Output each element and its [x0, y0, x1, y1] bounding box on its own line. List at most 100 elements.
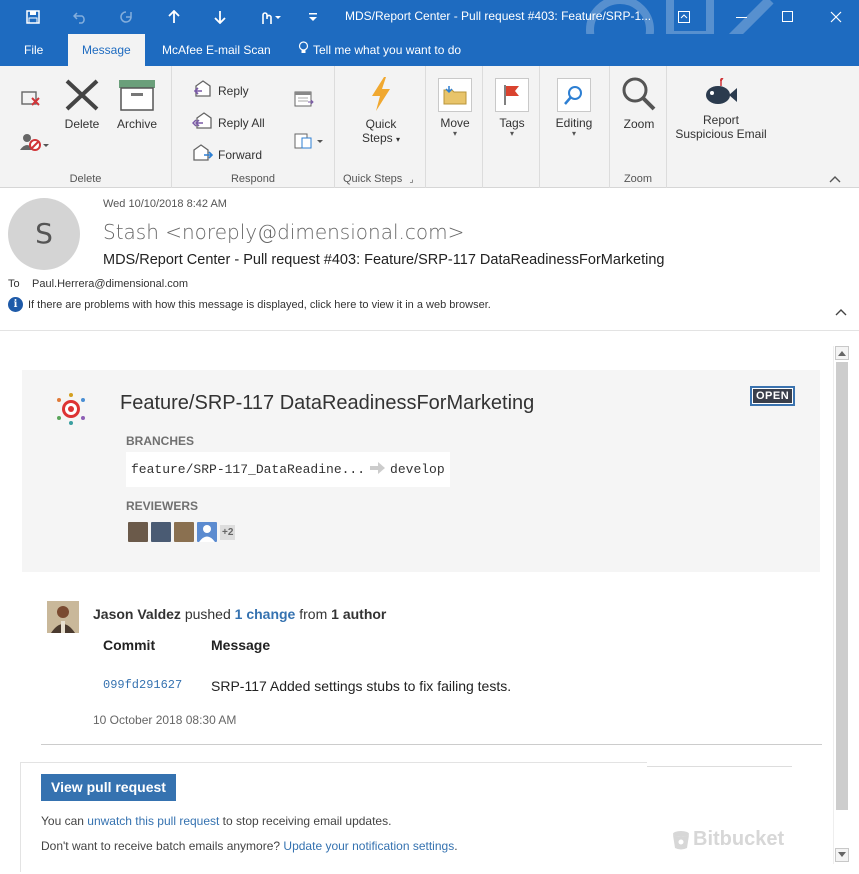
- move-button[interactable]: Move ▾: [436, 78, 474, 138]
- unwatch-link[interactable]: unwatch this pull request: [87, 814, 219, 828]
- tell-me-box[interactable]: Tell me what you want to do: [284, 34, 475, 66]
- brand-name: Bitbucket: [693, 828, 785, 850]
- down-icon[interactable]: [197, 0, 243, 34]
- editing-group: Editing ▾: [540, 66, 610, 188]
- tell-me-label: Tell me what you want to do: [313, 43, 462, 57]
- quick-steps-label-1: Quick: [365, 117, 397, 131]
- zoom-label: Zoom: [623, 117, 655, 131]
- flag-icon: [495, 78, 529, 112]
- forward-button[interactable]: Forward: [192, 144, 262, 165]
- author-name: Jason Valdez: [93, 606, 181, 622]
- divider: [41, 744, 822, 745]
- vertical-scrollbar[interactable]: [833, 346, 849, 864]
- reply-label: Reply: [218, 83, 249, 98]
- customize-icon[interactable]: [290, 0, 336, 34]
- message-header: S Wed 10/10/2018 8:42 AM Stash <noreply@…: [0, 188, 859, 331]
- title-bar: MDS/Report Center - Pull request #403: F…: [0, 0, 859, 34]
- up-icon[interactable]: [151, 0, 197, 34]
- report-label-1: Report: [702, 113, 740, 127]
- zoom-button[interactable]: Zoom: [618, 76, 660, 131]
- meeting-icon: [294, 90, 316, 111]
- block-user-icon: [20, 132, 50, 155]
- target-icon: [57, 393, 85, 425]
- redo-icon[interactable]: [103, 0, 149, 34]
- reply-button[interactable]: Reply: [192, 80, 249, 101]
- scroll-up-icon[interactable]: [835, 346, 849, 360]
- quick-steps-group-label: Quick Steps ⌟: [343, 173, 414, 185]
- save-icon[interactable]: [10, 0, 56, 34]
- editing-label: Editing: [555, 116, 593, 130]
- lightning-icon: [355, 76, 407, 115]
- recipient-address[interactable]: Paul.Herrera@dimensional.com: [32, 278, 188, 290]
- status-badge: OPEN: [750, 386, 796, 406]
- reviewers-list: +2: [128, 522, 236, 542]
- reviewer-avatar: [197, 522, 217, 542]
- view-pull-request-button[interactable]: View pull request: [41, 774, 176, 801]
- junk-button[interactable]: [20, 132, 54, 155]
- message-subject: MDS/Report Center - Pull request #403: F…: [103, 252, 665, 268]
- target-branch: develop: [390, 462, 445, 477]
- close-icon[interactable]: [813, 0, 859, 34]
- archive-label: Archive: [116, 117, 157, 131]
- respond-group-label: Respond: [230, 173, 276, 185]
- tab-mcafee-email-scan[interactable]: McAfee E-mail Scan: [148, 34, 285, 66]
- info-bar[interactable]: i If there are problems with how this me…: [8, 297, 491, 312]
- forward-icon: [192, 144, 214, 165]
- delete-label: Delete: [64, 117, 100, 131]
- pull-request-panel: Feature/SRP-117 DataReadinessForMarketin…: [22, 370, 820, 572]
- tab-message[interactable]: Message: [68, 34, 145, 66]
- delete-x-icon: [60, 78, 104, 115]
- tags-button[interactable]: Tags ▾: [493, 78, 531, 138]
- reviewer-avatar: [128, 522, 148, 542]
- pr-title[interactable]: Feature/SRP-117 DataReadinessForMarketin…: [120, 392, 534, 415]
- commit-hash-link[interactable]: 099fd291627: [103, 678, 182, 692]
- dialog-launcher-icon[interactable]: ⌟: [409, 174, 413, 184]
- editing-button[interactable]: Editing ▾: [548, 78, 600, 138]
- tags-dropdown-icon: ▾: [509, 129, 514, 138]
- message-date: Wed 10/10/2018 8:42 AM: [103, 198, 227, 210]
- forward-label: Forward: [218, 147, 263, 162]
- quick-steps-group: Quick Steps ▾ Quick Steps ⌟: [335, 66, 426, 188]
- tab-file[interactable]: File: [10, 34, 57, 66]
- quick-steps-button[interactable]: Quick Steps ▾: [355, 76, 407, 145]
- sender-name[interactable]: Stash <noreply@dimensional.com>: [103, 220, 464, 244]
- info-icon: i: [8, 297, 23, 312]
- divider: [647, 766, 792, 767]
- delete-button[interactable]: Delete: [60, 78, 104, 131]
- tab-row: File Message McAfee E-mail Scan Tell me …: [0, 34, 859, 66]
- ribbon-display-icon[interactable]: [661, 0, 707, 34]
- author-avatar: [47, 601, 79, 633]
- divider: [20, 762, 21, 872]
- minimize-icon[interactable]: [719, 0, 765, 34]
- report-group: Report Suspicious Email: [667, 66, 859, 188]
- more-respond-button[interactable]: [294, 132, 328, 153]
- message-column-header: Message: [211, 637, 271, 653]
- to-label: To: [8, 278, 20, 290]
- reply-all-icon: [191, 112, 214, 133]
- more-reviewers-badge: +2: [220, 524, 236, 540]
- collapse-ribbon-icon[interactable]: [829, 174, 841, 184]
- report-suspicious-email-button[interactable]: Report Suspicious Email: [673, 77, 769, 141]
- scroll-down-icon[interactable]: [835, 848, 849, 862]
- undo-icon[interactable]: [57, 0, 103, 34]
- collapse-header-icon[interactable]: [835, 308, 847, 316]
- meeting-button[interactable]: [294, 90, 320, 111]
- maximize-icon[interactable]: [765, 0, 811, 34]
- arrow-right-icon: [370, 461, 386, 478]
- touch-icon[interactable]: [247, 0, 293, 34]
- default-user-icon: [199, 525, 215, 542]
- changes-link[interactable]: 1 change: [235, 606, 296, 622]
- magnifier-icon: [618, 76, 660, 115]
- reply-all-label: Reply All: [218, 115, 265, 130]
- respond-group: Reply Reply All Forward Respond: [172, 66, 335, 188]
- ignore-button[interactable]: [20, 88, 46, 111]
- notification-settings-link[interactable]: Update your notification settings: [283, 839, 454, 853]
- divider: [20, 762, 647, 763]
- reply-all-button[interactable]: Reply All: [191, 112, 265, 133]
- scroll-thumb[interactable]: [836, 362, 848, 810]
- authors-count: 1 author: [331, 606, 387, 622]
- move-dropdown-icon: ▾: [452, 129, 457, 138]
- activity-summary: Jason Valdez pushed 1 change from 1 auth…: [93, 606, 387, 622]
- archive-button[interactable]: Archive: [112, 78, 162, 131]
- more-respond-icon: [294, 132, 324, 153]
